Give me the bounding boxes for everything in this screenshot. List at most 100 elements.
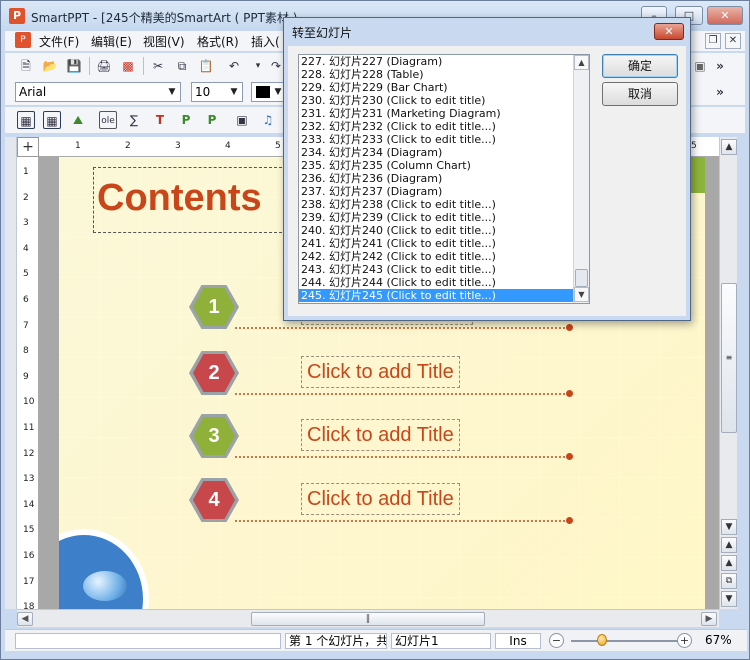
zoom-in-button[interactable]: + [677, 633, 692, 648]
list-item[interactable]: 232. 幻灯片232 (Click to edit title...) [299, 120, 589, 133]
ruler-num: 1 [23, 167, 29, 177]
p2-icon[interactable]: P [203, 111, 221, 129]
ruler-num: 12 [23, 448, 35, 459]
first-slide-icon[interactable]: ▲ [721, 537, 737, 553]
font-color-select[interactable]: ▼ [251, 82, 285, 102]
list-item[interactable]: 227. 幻灯片227 (Diagram) [299, 55, 589, 68]
list-item[interactable]: 235. 幻灯片235 (Column Chart) [299, 159, 589, 172]
scroll-down-icon[interactable]: ▼ [721, 519, 737, 535]
list-item[interactable]: 241. 幻灯片241 (Click to edit title...) [299, 237, 589, 250]
zoom-slider-track[interactable] [571, 640, 681, 642]
app-logo-icon: P [9, 8, 25, 24]
cancel-button[interactable]: 取消 [602, 82, 678, 106]
slide-sorter-icon[interactable]: ⧉ [721, 573, 737, 589]
menu-file[interactable]: 文件(F) [39, 33, 79, 50]
ruler-num: 13 [23, 474, 35, 485]
list-item[interactable]: 243. 幻灯片243 (Click to edit title...) [299, 263, 589, 276]
list-item[interactable]: 238. 幻灯片238 (Click to edit title...) [299, 198, 589, 211]
list-item[interactable]: 236. 幻灯片236 (Diagram) [299, 172, 589, 185]
doc-close-button[interactable]: ✕ [725, 33, 741, 49]
toolbar-overflow-icon[interactable]: » [711, 57, 729, 75]
scroll-right-icon[interactable]: ▶ [701, 612, 717, 626]
menu-edit[interactable]: 编辑(E) [91, 33, 132, 50]
scroll-left-icon[interactable]: ◀ [17, 612, 33, 626]
next-slide-icon[interactable]: ▼ [721, 591, 737, 607]
zoom-slider-thumb[interactable] [597, 634, 607, 646]
item-2-title-box[interactable]: Click to add Title [301, 356, 460, 388]
media-icon[interactable]: ♫ [259, 111, 277, 129]
listbox-scrollbar[interactable]: ▲ ▼ [573, 55, 589, 303]
toolbar-separator [89, 57, 90, 75]
pdf-icon[interactable]: ▩ [119, 57, 137, 75]
ole-icon[interactable]: ole [99, 111, 117, 129]
menu-insert[interactable]: 插入( [251, 33, 280, 50]
ruler-num: 16 [23, 551, 35, 561]
list-scroll-thumb[interactable] [575, 269, 588, 287]
list-item[interactable]: 228. 幻灯片228 (Table) [299, 68, 589, 81]
toolbar-overflow-icon[interactable]: » [711, 83, 729, 101]
item-4-leader-end [566, 517, 573, 524]
left-panel-collapse[interactable] [5, 137, 17, 609]
list-item[interactable]: 234. 幻灯片234 (Diagram) [299, 146, 589, 159]
list-item[interactable]: 230. 幻灯片230 (Click to edit title) [299, 94, 589, 107]
list-item[interactable]: 239. 幻灯片239 (Click to edit title...) [299, 211, 589, 224]
save-icon[interactable]: 💾 [65, 57, 83, 75]
list-item[interactable]: 242. 幻灯片242 (Click to edit title...) [299, 250, 589, 263]
vertical-scroll-thumb[interactable]: ≡ [721, 283, 737, 433]
slide-icon[interactable]: ▣ [233, 111, 251, 129]
vertical-scrollbar[interactable]: ▲ ≡ ▼ ▲ ▲ ⧉ ▼ [719, 137, 737, 609]
list-scroll-up-icon[interactable]: ▲ [574, 55, 589, 70]
cut-icon[interactable]: ✂ [149, 57, 167, 75]
font-size-select[interactable]: 10 ▼ [191, 82, 243, 102]
color-swatch [256, 86, 270, 98]
text-icon[interactable]: T [151, 111, 169, 129]
item-4-number: 4 [193, 481, 235, 519]
chevron-down-icon: ▼ [168, 87, 176, 97]
list-item[interactable]: 245. 幻灯片245 (Click to edit title...) [299, 289, 589, 302]
font-name-value: Arial [19, 85, 47, 99]
grid-icon[interactable]: ▦ [43, 111, 61, 129]
zoom-out-button[interactable]: − [549, 633, 564, 648]
new-icon[interactable]: 🗎 [17, 57, 35, 75]
print-icon[interactable]: 🖨 [95, 57, 113, 75]
ruler-corner[interactable]: + [17, 137, 39, 157]
item-3-title-box[interactable]: Click to add Title [301, 419, 460, 451]
cube-icon[interactable]: ▣ [691, 57, 709, 75]
open-icon[interactable]: 📂 [41, 57, 59, 75]
item-3-leader-end [566, 453, 573, 460]
slide-listbox[interactable]: 227. 幻灯片227 (Diagram) 228. 幻灯片228 (Table)… [298, 54, 590, 304]
p-icon[interactable]: P [177, 111, 195, 129]
dialog-close-button[interactable]: ✕ [654, 23, 684, 40]
paste-icon[interactable]: 📋 [197, 57, 215, 75]
horizontal-scrollbar[interactable]: ◀ ‖ ▶ [17, 609, 719, 627]
list-item[interactable]: 229. 幻灯片229 (Bar Chart) [299, 81, 589, 94]
menu-format[interactable]: 格式(R) [197, 33, 239, 50]
formula-icon[interactable]: ∑ [125, 111, 143, 129]
list-item[interactable]: 240. 幻灯片240 (Click to edit title...) [299, 224, 589, 237]
ruler-num: 1 [75, 141, 81, 151]
item-1-number: 1 [193, 288, 235, 326]
table-icon[interactable]: ▦ [17, 111, 35, 129]
undo-dropdown-icon[interactable]: ▾ [249, 57, 267, 75]
close-button[interactable]: ✕ [707, 6, 743, 25]
image-icon[interactable]: ⛰ [69, 111, 87, 129]
list-scroll-down-icon[interactable]: ▼ [574, 287, 589, 302]
insert-mode: Ins [495, 633, 541, 649]
list-item[interactable]: 231. 幻灯片231 (Marketing Diagram) [299, 107, 589, 120]
list-item[interactable]: 233. 幻灯片233 (Click to edit title...) [299, 133, 589, 146]
chevron-down-icon: ▼ [230, 87, 238, 97]
font-name-select[interactable]: Arial ▼ [15, 82, 181, 102]
scroll-up-icon[interactable]: ▲ [721, 139, 737, 155]
menu-view[interactable]: 视图(V) [143, 33, 185, 50]
doc-restore-button[interactable]: ❐ [705, 33, 721, 49]
undo-icon[interactable]: ↶ [225, 57, 243, 75]
ok-button[interactable]: 确定 [602, 54, 678, 78]
prev-slide-icon[interactable]: ▲ [721, 555, 737, 571]
slide-title[interactable]: Contents [97, 177, 262, 220]
item-4-title-box[interactable]: Click to add Title [301, 483, 460, 515]
list-item[interactable]: 244. 幻灯片244 (Click to edit title...) [299, 276, 589, 289]
copy-icon[interactable]: ⧉ [173, 57, 191, 75]
ruler-num: 9 [23, 371, 29, 382]
horizontal-scroll-thumb[interactable]: ‖ [251, 612, 485, 626]
list-item[interactable]: 237. 幻灯片237 (Diagram) [299, 185, 589, 198]
